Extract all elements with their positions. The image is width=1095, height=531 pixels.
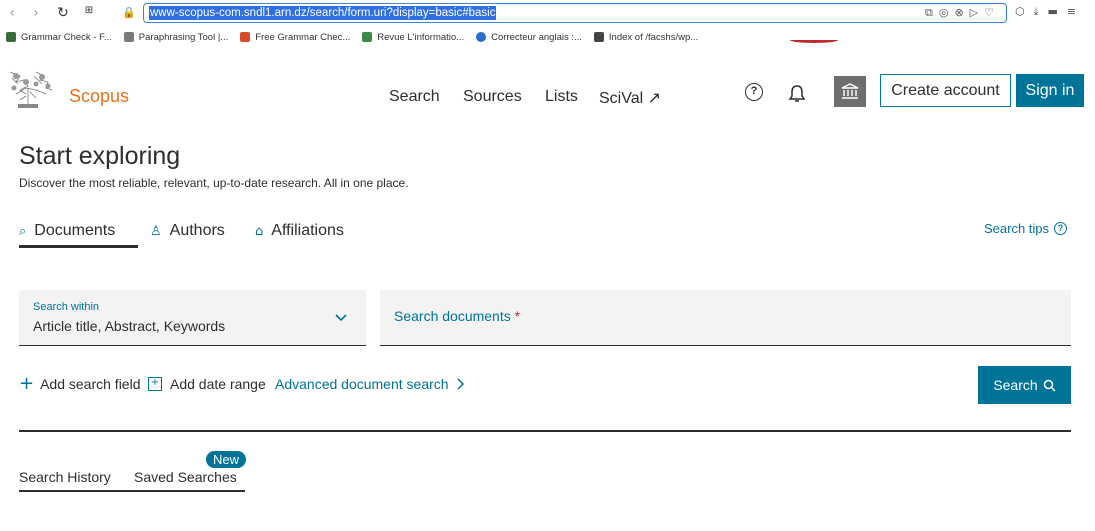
bookmark-favicon-icon [6, 32, 16, 42]
section-divider [19, 430, 1071, 432]
nav-lists[interactable]: Lists [545, 88, 578, 106]
add-search-field-label: Add search field [40, 376, 141, 392]
bookmark-label: Revue L'informatio... [377, 31, 465, 43]
bookmark-item[interactable]: Index of /facshs/wp... [593, 31, 699, 43]
active-tab-indicator [19, 245, 138, 248]
calendar-icon: + [148, 377, 162, 391]
bookmark-item[interactable]: Correcteur anglais :... [476, 32, 582, 43]
scopus-logo[interactable]: Scopus [69, 86, 129, 107]
apps-icon[interactable]: ⊞ [79, 5, 99, 16]
bookmark-item[interactable]: Revue L'informatio... [362, 32, 464, 43]
search-documents-placeholder: Search documents * [394, 308, 520, 324]
chevron-right-icon [457, 378, 464, 390]
search-within-select[interactable]: Search within Article title, Abstract, K… [19, 290, 366, 346]
elsevier-logo-icon[interactable] [6, 68, 56, 110]
search-within-value: Article title, Abstract, Keywords [33, 318, 226, 334]
bookmark-favicon-icon [362, 32, 373, 42]
tab-affiliations[interactable]: ⌂ Affiliations [255, 222, 344, 240]
institution-glyph-icon [841, 82, 859, 99]
advanced-search-label: Advanced document search [275, 376, 449, 392]
address-bar-icons[interactable]: ⧉◎⊗▷♡ [925, 6, 1000, 20]
search-button[interactable]: Search [978, 366, 1071, 404]
lock-icon: 🔒 [122, 6, 136, 19]
bookmark-item[interactable]: Free Grammar Chec... [240, 32, 350, 43]
placeholder-text: Search documents [394, 308, 511, 324]
forward-icon[interactable]: › [26, 5, 46, 21]
bookmark-label: Free Grammar Chec... [255, 31, 351, 43]
page-subtitle: Discover the most reliable, relevant, up… [19, 176, 409, 190]
url-text[interactable]: www-scopus-com.sndl1.arn.dz/search/form.… [149, 6, 497, 20]
person-icon: ♙ [150, 223, 162, 239]
nav-scival[interactable]: SciVal ↗ [599, 88, 661, 108]
new-badge: New [206, 451, 246, 468]
help-icon[interactable]: ? [745, 83, 763, 101]
help-circle-icon: ? [1054, 222, 1068, 235]
search-tips-link[interactable]: Search tips ? [984, 221, 1068, 236]
add-search-field-button[interactable]: + Add search field [19, 373, 141, 394]
chevron-down-icon [335, 314, 347, 322]
institution-icon[interactable] [834, 76, 866, 107]
bookmark-favicon-icon [476, 32, 487, 42]
nav-search[interactable]: Search [389, 88, 440, 106]
nav-sources[interactable]: Sources [463, 88, 522, 106]
advanced-search-link[interactable]: Advanced document search [275, 376, 467, 392]
document-search-icon: ⌕ [19, 223, 27, 239]
tab-label: Affiliations [271, 222, 344, 239]
bookmark-favicon-icon [240, 32, 251, 42]
address-bar[interactable]: www-scopus-com.sndl1.arn.dz/search/form.… [143, 3, 1007, 23]
bookmark-label: Grammar Check - F... [21, 31, 112, 43]
add-date-range-label: Add date range [170, 376, 266, 392]
create-account-button[interactable]: Create account [880, 74, 1011, 107]
search-button-label: Search [993, 377, 1038, 393]
tab-saved-searches[interactable]: Saved Searches [134, 469, 237, 485]
sign-in-button[interactable]: Sign in [1016, 74, 1084, 107]
bookmark-label: Paraphrasing Tool |... [138, 31, 229, 43]
bookmark-favicon-icon [123, 32, 134, 42]
add-date-range-button[interactable]: + Add date range [148, 376, 266, 392]
bookmark-item[interactable]: Grammar Check - F... [6, 32, 112, 43]
tab-label: Documents [34, 222, 116, 239]
page-title: Start exploring [19, 142, 181, 170]
tab-search-history[interactable]: Search History [19, 469, 111, 485]
back-icon[interactable]: ‹ [2, 5, 22, 21]
search-icon [1043, 379, 1056, 392]
required-mark: * [514, 308, 521, 324]
search-within-label: Search within [33, 301, 100, 313]
bell-icon[interactable] [787, 84, 807, 104]
bookmark-favicon-icon [593, 32, 604, 42]
tab-label: Authors [169, 222, 225, 239]
decorative-swoosh [790, 37, 838, 43]
institution-small-icon: ⌂ [255, 223, 264, 239]
extension-icons[interactable]: ⬡⤓▬≡ [1015, 5, 1085, 19]
plus-icon: + [19, 373, 35, 394]
tab-documents[interactable]: ⌕ Documents [19, 222, 115, 240]
reload-icon[interactable]: ↻ [53, 5, 73, 21]
tab-authors[interactable]: ♙ Authors [150, 222, 225, 240]
search-tips-label: Search tips [984, 221, 1050, 236]
history-tabs-underline [19, 490, 245, 492]
bookmark-label: Index of /facshs/wp... [608, 31, 699, 43]
bookmarks-bar: Grammar Check - F... Paraphrasing Tool |… [0, 26, 1095, 48]
bookmark-item[interactable]: Paraphrasing Tool |... [123, 31, 229, 43]
search-documents-input[interactable]: Search documents * [380, 290, 1071, 346]
bookmark-label: Correcteur anglais :... [491, 31, 582, 43]
site-header: Scopus Search Sources Lists SciVal ↗ ? C… [0, 62, 1095, 124]
